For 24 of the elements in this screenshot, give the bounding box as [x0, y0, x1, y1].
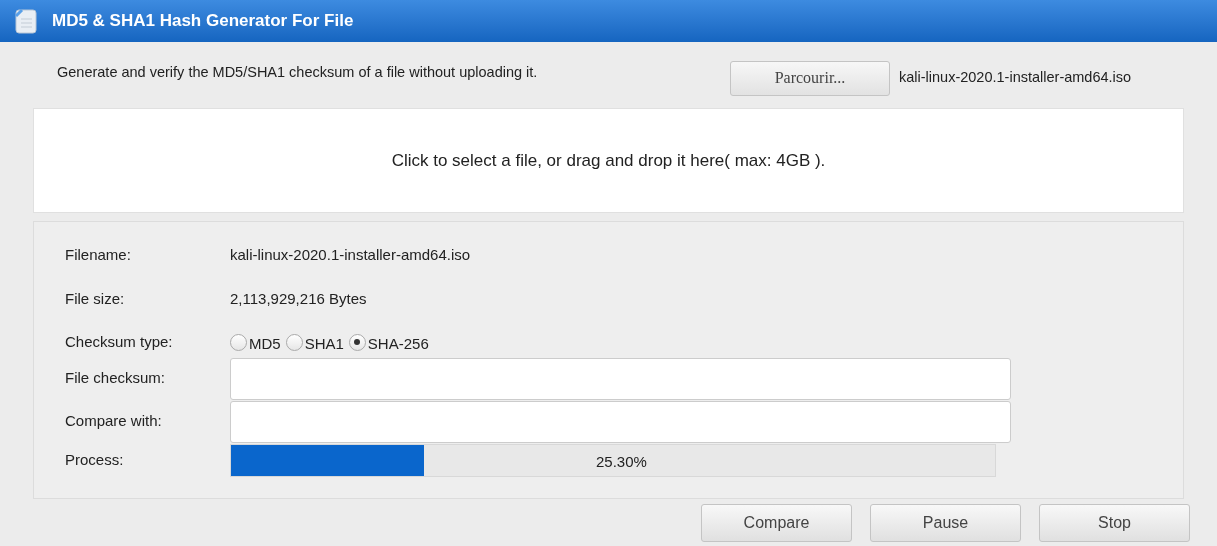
field-label: Compare with: — [65, 411, 163, 432]
action-button[interactable]: Compare — [701, 504, 852, 542]
field-label: Process: — [65, 449, 125, 470]
file-checksum-field[interactable] — [230, 357, 1011, 400]
drop-zone-text: Click to select a file, or drag and drop it here( max: 4GB ). — [391, 149, 826, 172]
compare-with-field[interactable] — [230, 400, 1011, 443]
action-button[interactable]: Pause — [870, 504, 1021, 542]
field-label: Filename: — [65, 244, 132, 265]
drop-zone[interactable]: Click to select a file, or drag and drop it here( max: 4GB ). — [33, 108, 1184, 213]
radio-option[interactable]: SHA-256 — [348, 328, 429, 356]
document-icon — [14, 8, 38, 34]
field-label: Checksum type: — [65, 331, 174, 352]
browse-button[interactable]: Parcourir... — [730, 60, 890, 96]
action-button[interactable]: Stop — [1039, 504, 1190, 542]
field-label: File size: — [65, 288, 126, 309]
progress-reading: 25.30% — [596, 451, 647, 472]
file-size-value: 2,113,929,216 Bytes — [230, 288, 367, 309]
window-title: MD5 & SHA1 Hash Generator For File — [52, 10, 354, 33]
description-text: Generate and verify the MD5/SHA1 checksum of a file without uploading it. — [57, 63, 539, 83]
chosen-file-name: kali-linux-2020.1-installer-amd64.iso — [899, 68, 1132, 88]
radio-option[interactable]: SHA1 — [285, 328, 344, 356]
filename-value: kali-linux-2020.1-installer-amd64.iso — [230, 244, 471, 265]
radio-option[interactable]: MD5 — [230, 328, 281, 356]
field-label: File checksum: — [65, 368, 167, 389]
